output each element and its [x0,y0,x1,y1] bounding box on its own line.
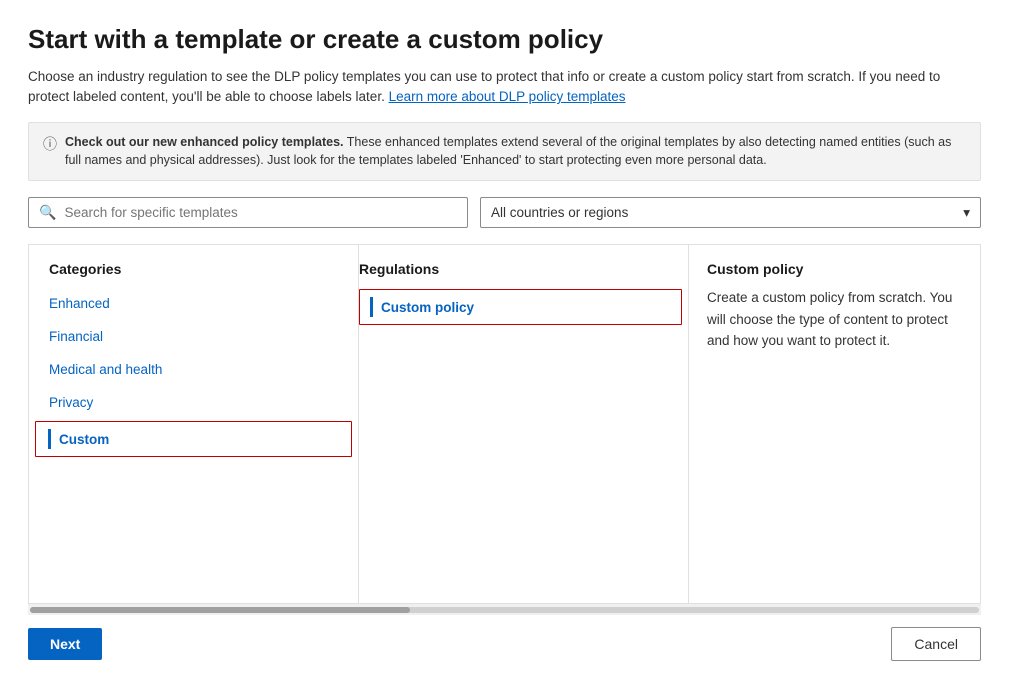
search-box-container[interactable]: 🔍 [28,197,468,228]
cancel-button[interactable]: Cancel [891,627,981,661]
scrollbar-thumb[interactable] [30,607,410,613]
regulation-item-custom-policy[interactable]: Custom policy [359,289,682,325]
custom-policy-description: Create a custom policy from scratch. You… [707,287,962,352]
category-item-custom[interactable]: Custom [35,421,352,457]
regulations-column: Regulations Custom policy [359,245,689,603]
scrollbar-row[interactable] [28,603,981,615]
learn-more-link[interactable]: Learn more about DLP policy templates [389,89,626,104]
chevron-down-icon: ▾ [963,205,970,221]
category-item-medical[interactable]: Medical and health [29,353,358,386]
columns-container: Categories Enhanced Financial Medical an… [28,244,981,603]
info-banner-text: Check out our new enhanced policy templa… [65,133,966,171]
scrollbar-track[interactable] [30,607,979,613]
info-icon: ⓘ [43,134,57,155]
custom-policy-column: Custom policy Create a custom policy fro… [689,245,980,603]
page-title: Start with a template or create a custom… [28,24,981,55]
category-custom-label: Custom [59,432,109,447]
info-banner: ⓘ Check out our new enhanced policy temp… [28,122,981,182]
next-button[interactable]: Next [28,628,102,660]
search-filter-row: 🔍 All countries or regions ▾ [28,197,981,228]
search-input[interactable] [64,205,457,220]
categories-header: Categories [29,261,358,287]
regulation-selected-bar-icon [370,297,373,317]
search-icon: 🔍 [39,204,56,221]
region-dropdown-label: All countries or regions [491,205,628,220]
selected-bar-icon [48,429,51,449]
region-dropdown[interactable]: All countries or regions ▾ [480,197,981,228]
page-description: Choose an industry regulation to see the… [28,67,981,108]
custom-policy-header: Custom policy [707,261,962,287]
regulation-custom-policy-label: Custom policy [381,300,474,315]
regulations-header: Regulations [359,261,688,287]
category-item-enhanced[interactable]: Enhanced [29,287,358,320]
category-item-financial[interactable]: Financial [29,320,358,353]
footer-bar: Next Cancel [28,615,981,673]
categories-column: Categories Enhanced Financial Medical an… [29,245,359,603]
category-item-privacy[interactable]: Privacy [29,386,358,419]
